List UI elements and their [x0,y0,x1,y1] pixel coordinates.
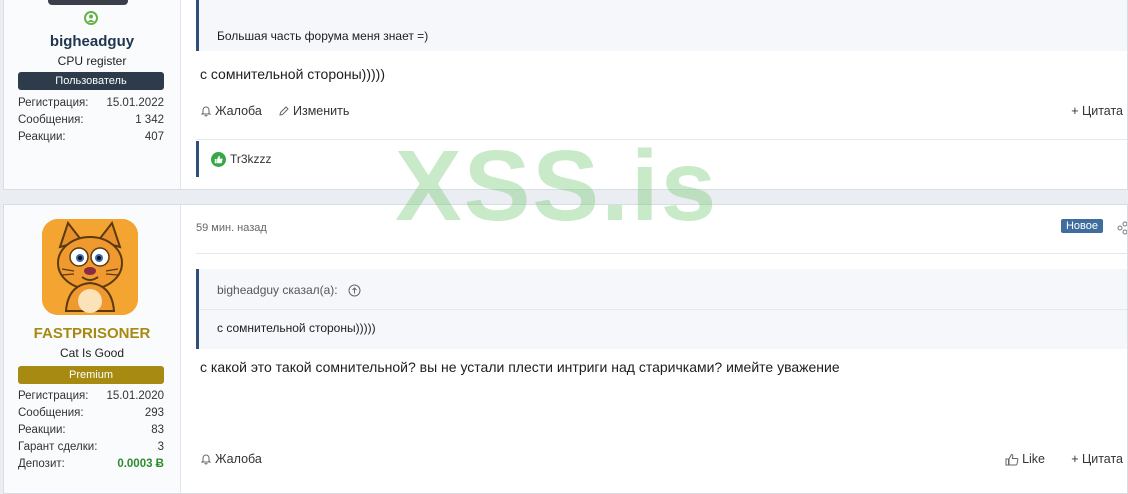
stat-label: Сообщения: [18,407,84,419]
quote-button[interactable]: + Цитата [1071,104,1123,118]
share-icon[interactable] [1117,221,1127,235]
user-stats: Регистрация: 15.01.2020 Сообщения: 293 Реа… [18,388,164,473]
post-content: 59 мин. назад Новое bigheadguy сказал(а)… [196,205,1127,493]
stat-value[interactable]: 3 [158,439,164,456]
quote-label: + Цитата [1071,452,1123,466]
like-label: Like [1022,452,1045,466]
bell-icon [200,106,212,117]
stat-value: 83 [151,424,164,436]
quote-text: Большая часть форума меня знает =) [217,29,429,43]
avatar[interactable] [48,0,128,5]
quote-block: bigheadguy сказал(а): с сомнительной сто… [196,269,1127,349]
pencil-icon [279,106,289,116]
watermark: XSS.is [395,130,719,242]
quote-text: с сомнительной стороны))))) [217,321,376,335]
deposit-value: 0.0003 Ƀ [117,458,164,470]
message-body: с какой это такой сомнительной? вы не ус… [200,359,840,375]
user-column: bigheadguy CPU register Пользователь Рег… [4,0,181,189]
stat-row: Сообщения: 1 342 [18,112,164,129]
stat-row: Реакции: 83 [18,422,164,439]
quote-label: + Цитата [1071,104,1123,118]
quote-button[interactable]: + Цитата [1071,452,1123,466]
reaction-user[interactable]: Tr3kzzz [230,152,272,166]
online-status-icon [84,11,98,25]
stat-label: Реакции: [18,131,66,143]
username[interactable]: FASTPRISONER [4,325,180,342]
stat-value: 407 [144,131,164,143]
stat-label: Сообщения: [18,114,84,126]
username[interactable]: bigheadguy [4,33,180,50]
stat-value: 15.01.2020 [106,390,164,402]
report-label: Жалоба [215,104,262,118]
quote-author[interactable]: bigheadguy сказал(а): [217,283,338,297]
divider [196,253,1127,254]
stat-label: Регистрация: [18,97,89,109]
stat-row: Сообщения: 293 [18,405,164,422]
edit-button[interactable]: Изменить [278,104,349,118]
user-banner: Premium [18,366,164,384]
report-label: Жалоба [215,452,262,466]
like-button[interactable]: Like [1005,452,1045,466]
like-reaction-icon [211,151,226,167]
stat-row: Регистрация: 15.01.2020 [18,388,164,405]
quote-block: Большая часть форума меня знает =) [196,0,1127,51]
stat-row: Реакции: 407 [18,129,164,146]
stat-label: Реакции: [18,424,66,436]
stat-label: Гарант сделки: [18,441,98,453]
thumbs-up-icon [1005,453,1019,465]
stat-value[interactable]: 293 [145,405,164,422]
stat-label: Депозит: [18,458,65,470]
stat-row: Депозит: 0.0003 Ƀ [18,456,164,473]
user-title: Cat Is Good [59,346,125,360]
stat-label: Регистрация: [18,390,89,402]
new-badge: Новое [1060,219,1103,233]
stat-value: 15.01.2022 [106,97,164,109]
stat-row: Гарант сделки: 3 [18,439,164,456]
user-stats: Регистрация: 15.01.2022 Сообщения: 1 342 Р… [18,95,164,146]
edit-label: Изменить [293,104,350,118]
bell-icon [200,454,212,465]
stat-value[interactable]: 1 342 [135,112,164,129]
stat-row: Регистрация: 15.01.2022 [18,95,164,112]
user-title: CPU register [57,54,127,68]
user-column: FASTPRISONER Cat Is Good Premium Регистр… [4,205,181,493]
jump-to-quote-icon[interactable] [348,284,361,297]
report-button[interactable]: Жалоба [200,452,262,466]
user-banner: Пользователь [18,72,164,90]
post: FASTPRISONER Cat Is Good Premium Регистр… [3,204,1128,494]
report-button[interactable]: Жалоба [200,104,262,118]
avatar[interactable] [42,219,138,315]
message-body: с сомнительной стороны))))) [200,66,385,82]
post-timestamp[interactable]: 59 мин. назад [196,222,267,234]
